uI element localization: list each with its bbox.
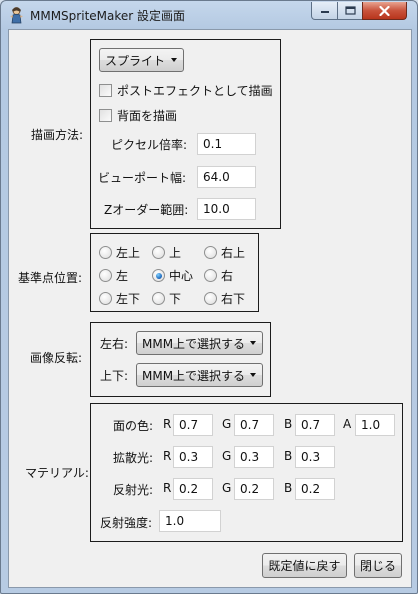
anchor-label-bottom-left: 左下 (116, 292, 141, 306)
close-window-button[interactable] (362, 2, 407, 20)
specular-b-field[interactable]: 0.2 (295, 478, 335, 500)
title-bar[interactable]: MMMSpriteMaker 設定画面 (1, 1, 417, 29)
face-b-field[interactable]: 0.7 (295, 414, 335, 436)
anchor-label-bottom: 下 (169, 292, 182, 306)
minimize-icon (320, 10, 329, 13)
draw-background-label: 背面を描画 (117, 109, 178, 123)
face-a-label: A (343, 417, 352, 431)
flip-ud-label: 上下: (100, 369, 129, 383)
face-color-label: 面の色: (113, 419, 154, 433)
diffuse-r-field[interactable]: 0.3 (173, 446, 213, 468)
app-icon (10, 7, 23, 24)
chevron-down-icon (250, 341, 256, 345)
shininess-label: 反射強度: (100, 516, 153, 530)
diffuse-g-field[interactable]: 0.3 (234, 446, 274, 468)
flip-lr-value: MMM上で選択する (142, 336, 246, 351)
flip-lr-combo[interactable]: MMM上で選択する (136, 331, 263, 355)
specular-b-label: B (284, 481, 293, 495)
anchor-label-bottom-right: 右下 (221, 292, 246, 306)
specular-label: 反射光: (113, 483, 154, 497)
anchor-radio-right[interactable] (204, 269, 217, 282)
zorder-range-label: Zオーダー範囲: (104, 203, 189, 217)
viewport-width-field[interactable]: 64.0 (197, 166, 256, 188)
flip-label: 画像反転: (30, 351, 83, 365)
diffuse-g-label: G (222, 449, 232, 463)
chevron-down-icon (171, 58, 177, 62)
maximize-button[interactable] (337, 2, 363, 20)
flip-ud-value: MMM上で選択する (142, 368, 246, 383)
anchor-label: 基準点位置: (18, 271, 83, 285)
window-title: MMMSpriteMaker 設定画面 (30, 9, 186, 23)
pixel-ratio-label: ピクセル倍率: (111, 138, 188, 152)
close-icon (379, 5, 390, 16)
diffuse-label: 拡散光: (113, 451, 154, 465)
face-g-field[interactable]: 0.7 (234, 414, 274, 436)
shininess-field[interactable]: 1.0 (159, 510, 221, 532)
diffuse-b-label: B (284, 449, 293, 463)
flip-lr-label: 左右: (100, 337, 129, 351)
anchor-radio-bottom-left[interactable] (99, 292, 112, 305)
diffuse-r-label: R (163, 449, 172, 463)
face-a-field[interactable]: 1.0 (355, 414, 395, 436)
post-effect-checkbox[interactable] (99, 84, 112, 97)
draw-background-checkbox[interactable] (99, 109, 112, 122)
minimize-button[interactable] (311, 2, 338, 20)
face-r-label: R (163, 417, 172, 431)
specular-r-field[interactable]: 0.2 (173, 478, 213, 500)
pixel-ratio-field[interactable]: 0.1 (197, 133, 256, 155)
anchor-radio-top[interactable] (152, 246, 165, 259)
anchor-label-top: 上 (169, 246, 182, 260)
anchor-label-center: 中心 (169, 269, 194, 283)
render-method-group: スプライト ポストエフェクトとして描画 背面を描画 ピクセル倍率: 0.1 ビュ… (90, 39, 281, 229)
material-group: 面の色: R 0.7 G 0.7 B 0.7 A 1.0 拡散光: R 0.3 … (90, 403, 403, 542)
flip-ud-combo[interactable]: MMM上で選択する (136, 363, 263, 387)
render-mode-value: スプライト (105, 53, 166, 68)
material-label: マテリアル: (25, 466, 89, 480)
anchor-radio-top-right[interactable] (204, 246, 217, 259)
flip-group: 左右: MMM上で選択する 上下: MMM上で選択する (90, 322, 271, 397)
diffuse-b-field[interactable]: 0.3 (295, 446, 335, 468)
face-r-field[interactable]: 0.7 (173, 414, 213, 436)
face-b-label: B (284, 417, 293, 431)
anchor-label-left: 左 (116, 269, 129, 283)
specular-g-label: G (222, 481, 232, 495)
reset-defaults-button[interactable]: 既定値に戻す (262, 553, 347, 578)
close-button[interactable]: 閉じる (354, 553, 402, 578)
anchor-label-top-left: 左上 (116, 246, 141, 260)
render-method-label: 描画方法: (31, 128, 84, 142)
viewport-width-label: ビューポート幅: (98, 171, 187, 185)
maximize-icon (344, 6, 356, 15)
anchor-label-right: 右 (221, 269, 234, 283)
anchor-radio-bottom[interactable] (152, 292, 165, 305)
settings-window: MMMSpriteMaker 設定画面 描画方法: スプライト ポストエフェクト… (0, 0, 418, 594)
render-mode-combo[interactable]: スプライト (99, 48, 184, 72)
anchor-radio-top-left[interactable] (99, 246, 112, 259)
specular-r-label: R (163, 481, 172, 495)
post-effect-label: ポストエフェクトとして描画 (117, 84, 273, 98)
specular-g-field[interactable]: 0.2 (234, 478, 274, 500)
anchor-label-top-right: 右上 (221, 246, 246, 260)
anchor-radio-left[interactable] (99, 269, 112, 282)
anchor-radio-center[interactable] (152, 269, 165, 282)
face-g-label: G (222, 417, 232, 431)
settings-panel: 描画方法: スプライト ポストエフェクトとして描画 背面を描画 ピクセル倍率: … (8, 29, 412, 588)
anchor-group: 左上 上 右上 左 中心 右 左下 下 右下 (90, 233, 259, 312)
chevron-down-icon (250, 373, 256, 377)
zorder-range-field[interactable]: 10.0 (197, 198, 256, 220)
anchor-radio-bottom-right[interactable] (204, 292, 217, 305)
